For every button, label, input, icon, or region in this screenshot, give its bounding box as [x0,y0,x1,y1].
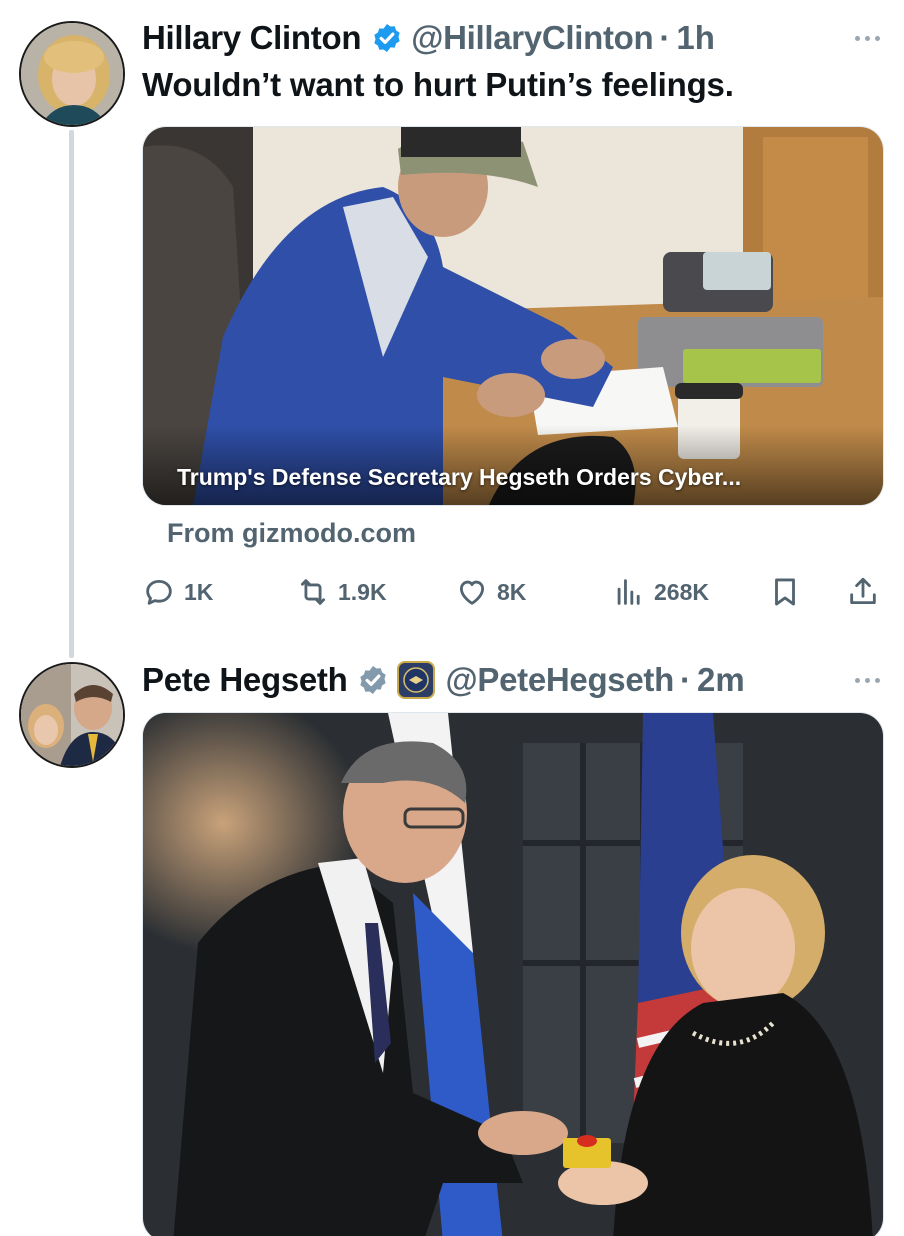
action-bar: 1K 1.9K 8K 268K [142,572,884,612]
tweet-header: Pete Hegseth @PeteHegseth · 2m [142,658,862,702]
separator-dot: · [659,19,671,56]
reply-button[interactable]: 1K [142,572,213,612]
like-icon [459,580,485,605]
link-source[interactable]: From gizmodo.com [167,518,416,549]
share-button[interactable] [846,572,880,612]
timestamp[interactable]: 2m [697,661,745,699]
avatar[interactable] [19,662,125,768]
like-button[interactable]: 8K [455,572,526,612]
tweet-hegseth[interactable]: Pete Hegseth @PeteHegseth · 2m [0,650,904,1236]
views-count: 268K [654,578,709,605]
avatar[interactable] [19,21,125,127]
timestamp[interactable]: 1h [676,19,715,57]
reply-icon [146,579,172,605]
link-card[interactable]: Trump's Defense Secretary Hegseth Orders… [142,126,884,506]
author-name[interactable]: Hillary Clinton [142,19,361,57]
more-icon[interactable] [855,16,880,60]
more-icon[interactable] [855,658,880,702]
bookmark-button[interactable] [768,572,802,612]
verified-badge-icon [374,24,400,52]
author-name[interactable]: Pete Hegseth [142,661,348,699]
link-card-title[interactable]: Trump's Defense Secretary Hegseth Orders… [177,464,741,491]
tweet-photo-image [143,713,883,1236]
repost-button[interactable]: 1.9K [296,572,387,612]
separator-dot: · [679,661,691,698]
thread-line [69,130,74,658]
author-handle[interactable]: @HillaryClinton [411,19,654,57]
repost-count: 1.9K [338,578,387,605]
reply-count: 1K [184,578,214,605]
dod-seal-icon[interactable] [397,661,436,699]
author-handle[interactable]: @PeteHegseth [445,661,674,699]
like-count: 8K [497,578,527,605]
tweet-text: Wouldn’t want to hurt Putin’s feelings. [142,66,734,103]
bookmark-icon [775,578,795,606]
tweet-header: Hillary Clinton @HillaryClinton · 1h [142,16,862,60]
views-button[interactable]: 268K [612,572,709,612]
verified-badge-icon [360,666,387,694]
tweet-photo[interactable] [142,712,884,1236]
repost-icon [300,579,326,605]
tweet-hillary[interactable]: Hillary Clinton @HillaryClinton · 1h Wou… [0,0,904,658]
share-icon [850,577,876,605]
views-icon [617,579,640,605]
